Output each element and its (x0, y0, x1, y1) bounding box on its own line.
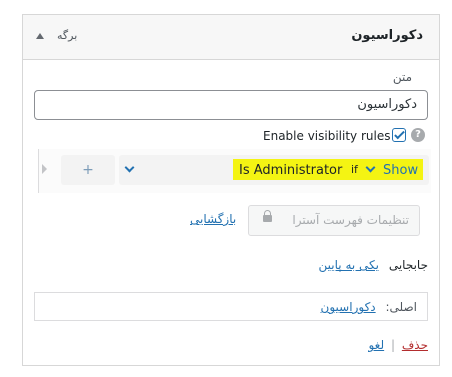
astra-menu-settings-label: تنظیمات فهرست آسترا (292, 213, 409, 227)
original-link[interactable]: دکوراسیون (321, 300, 376, 314)
reset-link[interactable]: بازگشایی (190, 212, 236, 226)
move-row: جابجایی یکی به پایین (319, 258, 428, 272)
visibility-rules-checkbox[interactable] (392, 128, 406, 142)
rule-connector: if (351, 163, 358, 176)
help-icon[interactable]: ? (411, 128, 425, 142)
navigation-label-value: دکوراسیون (357, 97, 417, 112)
original-label: اصلی: (385, 300, 417, 314)
panel-title: دکوراسیون (351, 28, 423, 43)
item-actions: حذف | لغو (368, 338, 428, 352)
lock-icon (263, 210, 272, 222)
rule-select[interactable]: Is Administrator if Show (119, 155, 429, 185)
original-row: اصلی: دکوراسیون (321, 300, 417, 314)
original-box: اصلی: دکوراسیون (34, 292, 428, 321)
visibility-rule: + Is Administrator if Show (38, 149, 431, 193)
navigation-label-input[interactable]: دکوراسیون (34, 90, 428, 120)
astra-menu-settings-button[interactable]: تنظیمات فهرست آسترا (248, 205, 420, 236)
chevron-down-icon[interactable] (124, 162, 135, 173)
text-field-label: متن (392, 70, 412, 84)
add-rule-button[interactable]: + (61, 155, 115, 185)
panel-header[interactable]: برگه دکوراسیون (23, 15, 439, 60)
delete-link[interactable]: حذف (402, 338, 428, 352)
rule-action[interactable]: Show (383, 163, 418, 178)
rule-condition[interactable]: Is Administrator (239, 163, 342, 178)
move-label: جابجایی (388, 258, 428, 272)
cancel-link[interactable]: لغو (368, 338, 384, 352)
item-type-label: برگه (57, 29, 78, 42)
drag-handle-icon[interactable] (42, 164, 47, 174)
move-down-link[interactable]: یکی به پایین (319, 258, 379, 272)
action-separator: | (390, 338, 396, 352)
collapse-arrow-icon[interactable] (36, 33, 44, 39)
visibility-rules-row: Enable visibility rules ? (263, 128, 428, 146)
visibility-rules-label: Enable visibility rules (263, 129, 391, 143)
